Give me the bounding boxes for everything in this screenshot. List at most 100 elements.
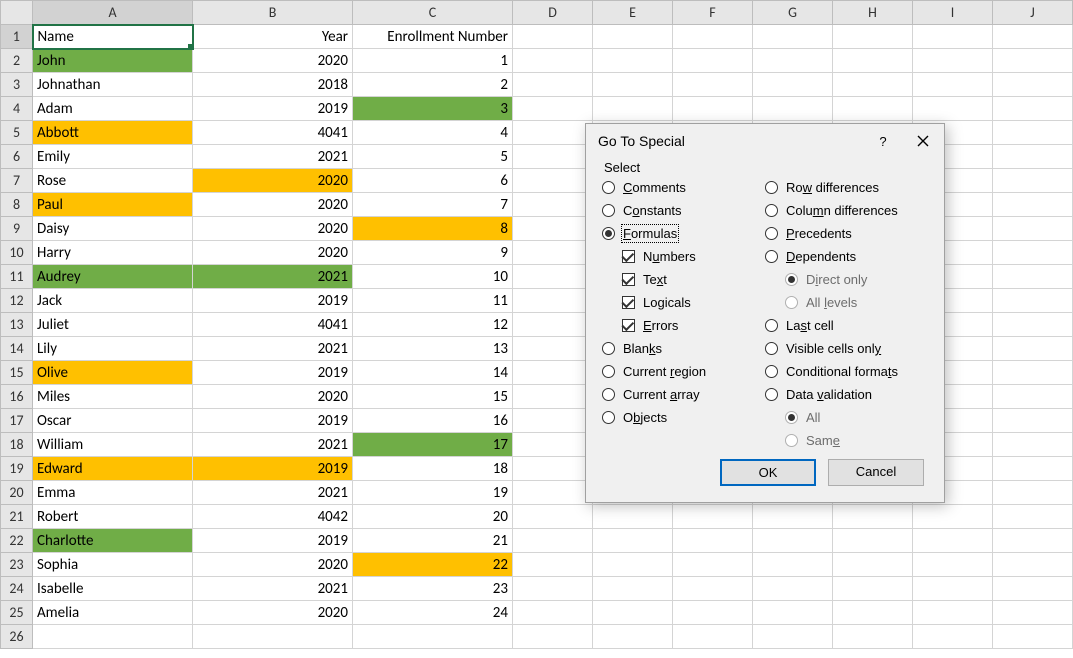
cell[interactable]	[513, 625, 593, 649]
column-header-H[interactable]: H	[833, 1, 913, 25]
dialog-titlebar[interactable]: Go To Special ?	[586, 124, 944, 156]
cell[interactable]: 2	[353, 73, 513, 97]
option-objects[interactable]: Objects	[602, 409, 765, 426]
option-errors[interactable]: Errors	[622, 317, 765, 334]
cell[interactable]: Name	[33, 25, 193, 49]
cell[interactable]: 2020	[193, 193, 353, 217]
cell[interactable]	[513, 145, 593, 169]
row-header[interactable]: 1	[1, 25, 33, 49]
cell[interactable]: 21	[353, 529, 513, 553]
cell[interactable]	[673, 553, 753, 577]
help-icon[interactable]: ?	[874, 132, 892, 150]
row-header[interactable]: 6	[1, 145, 33, 169]
row-header[interactable]: 22	[1, 529, 33, 553]
cell[interactable]: Emily	[33, 145, 193, 169]
cell[interactable]	[913, 553, 993, 577]
cell[interactable]	[833, 553, 913, 577]
row-header[interactable]: 7	[1, 169, 33, 193]
option-last-cell[interactable]: Last cell	[765, 317, 928, 334]
cell[interactable]	[913, 73, 993, 97]
cell[interactable]	[513, 217, 593, 241]
column-header-G[interactable]: G	[753, 1, 833, 25]
cell[interactable]	[993, 73, 1073, 97]
cell[interactable]	[513, 577, 593, 601]
option-precedents[interactable]: Precedents	[765, 225, 928, 242]
option-constants[interactable]: Constants	[602, 202, 765, 219]
cell[interactable]	[513, 601, 593, 625]
cell[interactable]	[513, 97, 593, 121]
cell[interactable]: 2019	[193, 409, 353, 433]
cell[interactable]	[593, 601, 673, 625]
cell[interactable]: 4041	[193, 313, 353, 337]
cell[interactable]: Edward	[33, 457, 193, 481]
cell[interactable]: Olive	[33, 361, 193, 385]
cell[interactable]: 11	[353, 289, 513, 313]
cell[interactable]	[513, 385, 593, 409]
cell[interactable]	[193, 625, 353, 649]
cell[interactable]: 24	[353, 601, 513, 625]
cell[interactable]: Adam	[33, 97, 193, 121]
cell[interactable]	[753, 505, 833, 529]
cell[interactable]	[593, 625, 673, 649]
cell[interactable]: 19	[353, 481, 513, 505]
cell[interactable]	[593, 73, 673, 97]
cell[interactable]	[913, 49, 993, 73]
cell[interactable]: John	[33, 49, 193, 73]
cell[interactable]: 2021	[193, 265, 353, 289]
cell[interactable]	[593, 49, 673, 73]
cell[interactable]	[993, 337, 1073, 361]
cell[interactable]	[833, 25, 913, 49]
cancel-button[interactable]: Cancel	[828, 459, 924, 486]
cell[interactable]: Harry	[33, 241, 193, 265]
cell[interactable]	[673, 577, 753, 601]
row-header[interactable]: 15	[1, 361, 33, 385]
cell[interactable]: Paul	[33, 193, 193, 217]
row-header[interactable]: 13	[1, 313, 33, 337]
cell[interactable]: Rose	[33, 169, 193, 193]
cell[interactable]	[593, 25, 673, 49]
cell[interactable]: 2019	[193, 457, 353, 481]
row-header[interactable]: 3	[1, 73, 33, 97]
row-header[interactable]: 21	[1, 505, 33, 529]
option-data-validation[interactable]: Data validation	[765, 386, 928, 403]
option-numbers[interactable]: Numbers	[622, 248, 765, 265]
row-header[interactable]: 4	[1, 97, 33, 121]
cell[interactable]	[833, 577, 913, 601]
cell[interactable]	[833, 625, 913, 649]
cell[interactable]: Charlotte	[33, 529, 193, 553]
option-cond-formats[interactable]: Conditional formats	[765, 363, 928, 380]
cell[interactable]	[673, 49, 753, 73]
row-header[interactable]: 14	[1, 337, 33, 361]
cell[interactable]: 2020	[193, 553, 353, 577]
cell[interactable]: 17	[353, 433, 513, 457]
column-header-F[interactable]: F	[673, 1, 753, 25]
row-header[interactable]: 12	[1, 289, 33, 313]
cell[interactable]	[513, 409, 593, 433]
cell[interactable]: 2021	[193, 433, 353, 457]
cell[interactable]	[993, 553, 1073, 577]
cell[interactable]	[593, 553, 673, 577]
row-header[interactable]: 17	[1, 409, 33, 433]
row-header[interactable]: 2	[1, 49, 33, 73]
cell[interactable]	[993, 49, 1073, 73]
cell[interactable]	[753, 73, 833, 97]
cell[interactable]: 4	[353, 121, 513, 145]
cell[interactable]	[753, 553, 833, 577]
cell[interactable]	[513, 313, 593, 337]
cell[interactable]	[833, 49, 913, 73]
column-header-A[interactable]: A	[33, 1, 193, 25]
cell[interactable]	[993, 601, 1073, 625]
close-icon[interactable]	[914, 132, 932, 150]
cell[interactable]: 3	[353, 97, 513, 121]
cell[interactable]	[513, 457, 593, 481]
cell[interactable]: 2019	[193, 97, 353, 121]
cell[interactable]	[513, 433, 593, 457]
cell[interactable]: Emma	[33, 481, 193, 505]
cell[interactable]: 2021	[193, 481, 353, 505]
cell[interactable]	[673, 625, 753, 649]
option-blanks[interactable]: Blanks	[602, 340, 765, 357]
cell[interactable]: Oscar	[33, 409, 193, 433]
row-header[interactable]: 11	[1, 265, 33, 289]
column-header-C[interactable]: C	[353, 1, 513, 25]
row-header[interactable]: 20	[1, 481, 33, 505]
